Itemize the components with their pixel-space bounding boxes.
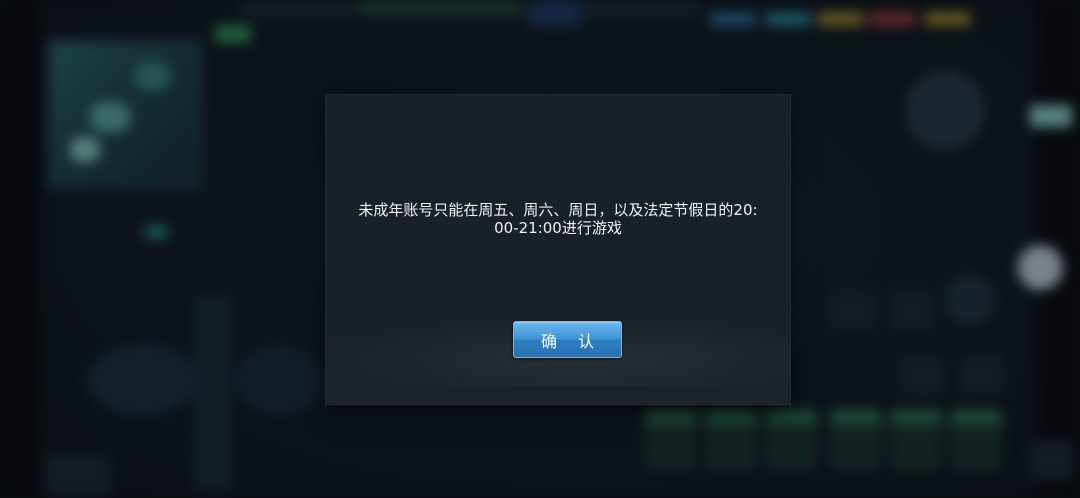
confirm-button[interactable]: 确 认 [513,321,622,358]
restriction-dialog: 未成年账号只能在周五、周六、周日，以及法定节假日的20: 00-21:00进行游… [326,95,790,404]
dialog-message: 未成年账号只能在周五、周六、周日，以及法定节假日的20: 00-21:00进行游… [358,201,758,237]
game-screen: 未成年账号只能在周五、周六、周日，以及法定节假日的20: 00-21:00进行游… [0,0,1080,498]
